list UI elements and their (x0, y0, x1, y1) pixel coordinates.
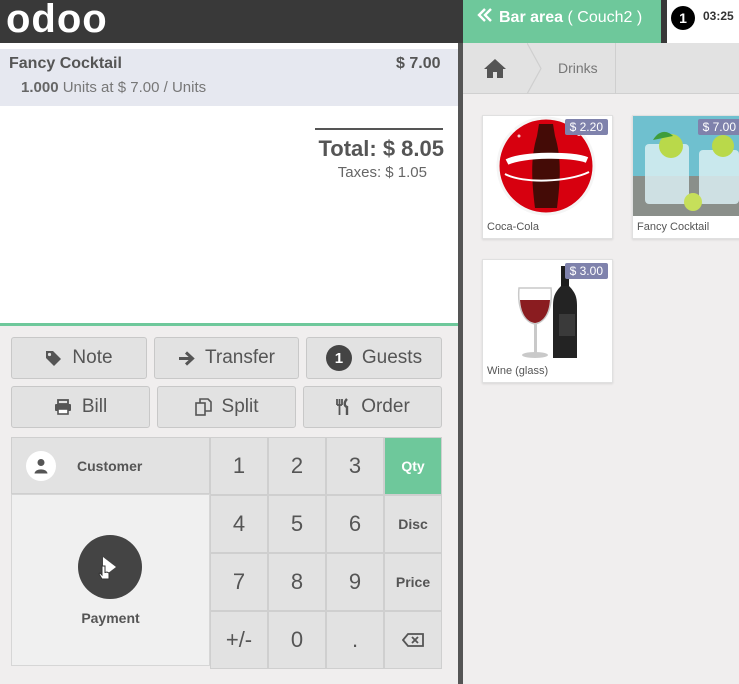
numpad-key-0[interactable]: 0 (268, 611, 326, 669)
numpad-mode-disc[interactable]: Disc (384, 495, 442, 553)
numpad-mode-price[interactable]: Price (384, 553, 442, 611)
customer-label: Customer (77, 458, 143, 474)
breadcrumb-separator (615, 43, 616, 94)
numpad-backspace[interactable] (384, 611, 442, 669)
breadcrumb-drinks[interactable]: Drinks (528, 43, 616, 94)
product-card-coca-cola[interactable]: $ 2.20 Coca-Cola (482, 115, 613, 239)
arrow-right-icon (178, 350, 195, 366)
bill-button[interactable]: Bill (11, 386, 150, 428)
double-chevron-left-icon (477, 0, 493, 36)
orderline-unit-info: Units at $ 7.00 / Units (62, 79, 207, 96)
price-tag: $ 3.00 (564, 263, 608, 279)
cutlery-icon (335, 398, 351, 416)
guests-label: Guests (361, 347, 423, 368)
payment-label: Payment (81, 610, 140, 626)
numpad-key-1[interactable]: 1 (210, 437, 268, 495)
orderline-quantity: 1.000 (21, 79, 59, 96)
numpad-key-3[interactable]: 3 (326, 437, 384, 495)
numpad-key-plus-minus[interactable]: +/- (210, 611, 268, 669)
split-button[interactable]: Split (157, 386, 296, 428)
orderline-price: $ 7.00 (396, 55, 441, 72)
odoo-logo: odoo (6, 0, 108, 41)
backspace-icon (401, 627, 424, 653)
split-label: Split (221, 396, 259, 417)
total-divider (315, 128, 443, 130)
numpad-mode-qty[interactable]: Qty (384, 437, 442, 495)
price-tag: $ 7.00 (697, 119, 739, 135)
bill-label: Bill (81, 396, 108, 417)
product-name: Coca-Cola (487, 221, 539, 233)
guests-button[interactable]: 1 Guests (306, 337, 442, 379)
order-label: Order (361, 396, 410, 417)
order-button[interactable]: Order (303, 386, 442, 428)
numpad-key-9[interactable]: 9 (326, 553, 384, 611)
transfer-button[interactable]: Transfer (154, 337, 299, 379)
product-name: Wine (glass) (487, 365, 549, 377)
panel-separator (0, 323, 460, 326)
note-label: Note (72, 347, 113, 368)
price-tag: $ 2.20 (564, 119, 608, 135)
numpad-key-dot[interactable]: . (326, 611, 384, 669)
tag-icon (45, 350, 62, 367)
orderline-product-name: Fancy Cocktail (9, 55, 122, 72)
transfer-label: Transfer (204, 347, 276, 368)
printer-icon (54, 399, 72, 415)
session-badge[interactable]: 1 (671, 6, 695, 30)
order-total: Total: $ 8.05 (318, 136, 444, 161)
copy-icon (194, 398, 212, 416)
note-button[interactable]: Note (11, 337, 147, 379)
product-card-wine-glass[interactable]: $ 3.00 Wine (glass) (482, 259, 613, 383)
mouse-cursor-icon (98, 565, 112, 586)
user-icon (26, 451, 56, 481)
numpad-key-5[interactable]: 5 (268, 495, 326, 553)
numpad-key-2[interactable]: 2 (268, 437, 326, 495)
order-taxes: Taxes: $ 1.05 (337, 164, 427, 181)
guests-count-badge: 1 (325, 345, 352, 371)
product-name: Fancy Cocktail (637, 221, 710, 233)
numpad-key-8[interactable]: 8 (268, 553, 326, 611)
clock-time: 03:25 (703, 9, 734, 23)
home-icon[interactable] (463, 43, 527, 94)
table-area-label: Bar area (499, 9, 564, 26)
numpad-key-6[interactable]: 6 (326, 495, 384, 553)
orderline-info: 1.000 Units at $ 7.00 / Units (21, 79, 206, 96)
numpad-key-7[interactable]: 7 (210, 553, 268, 611)
table-selector-button[interactable]: Bar area ( Couch2 ) (463, 0, 661, 43)
product-card-fancy-cocktail[interactable]: $ 7.00 Fancy Cocktail (632, 115, 739, 239)
numpad-key-4[interactable]: 4 (210, 495, 268, 553)
table-name-label: ( Couch2 ) (567, 9, 643, 26)
